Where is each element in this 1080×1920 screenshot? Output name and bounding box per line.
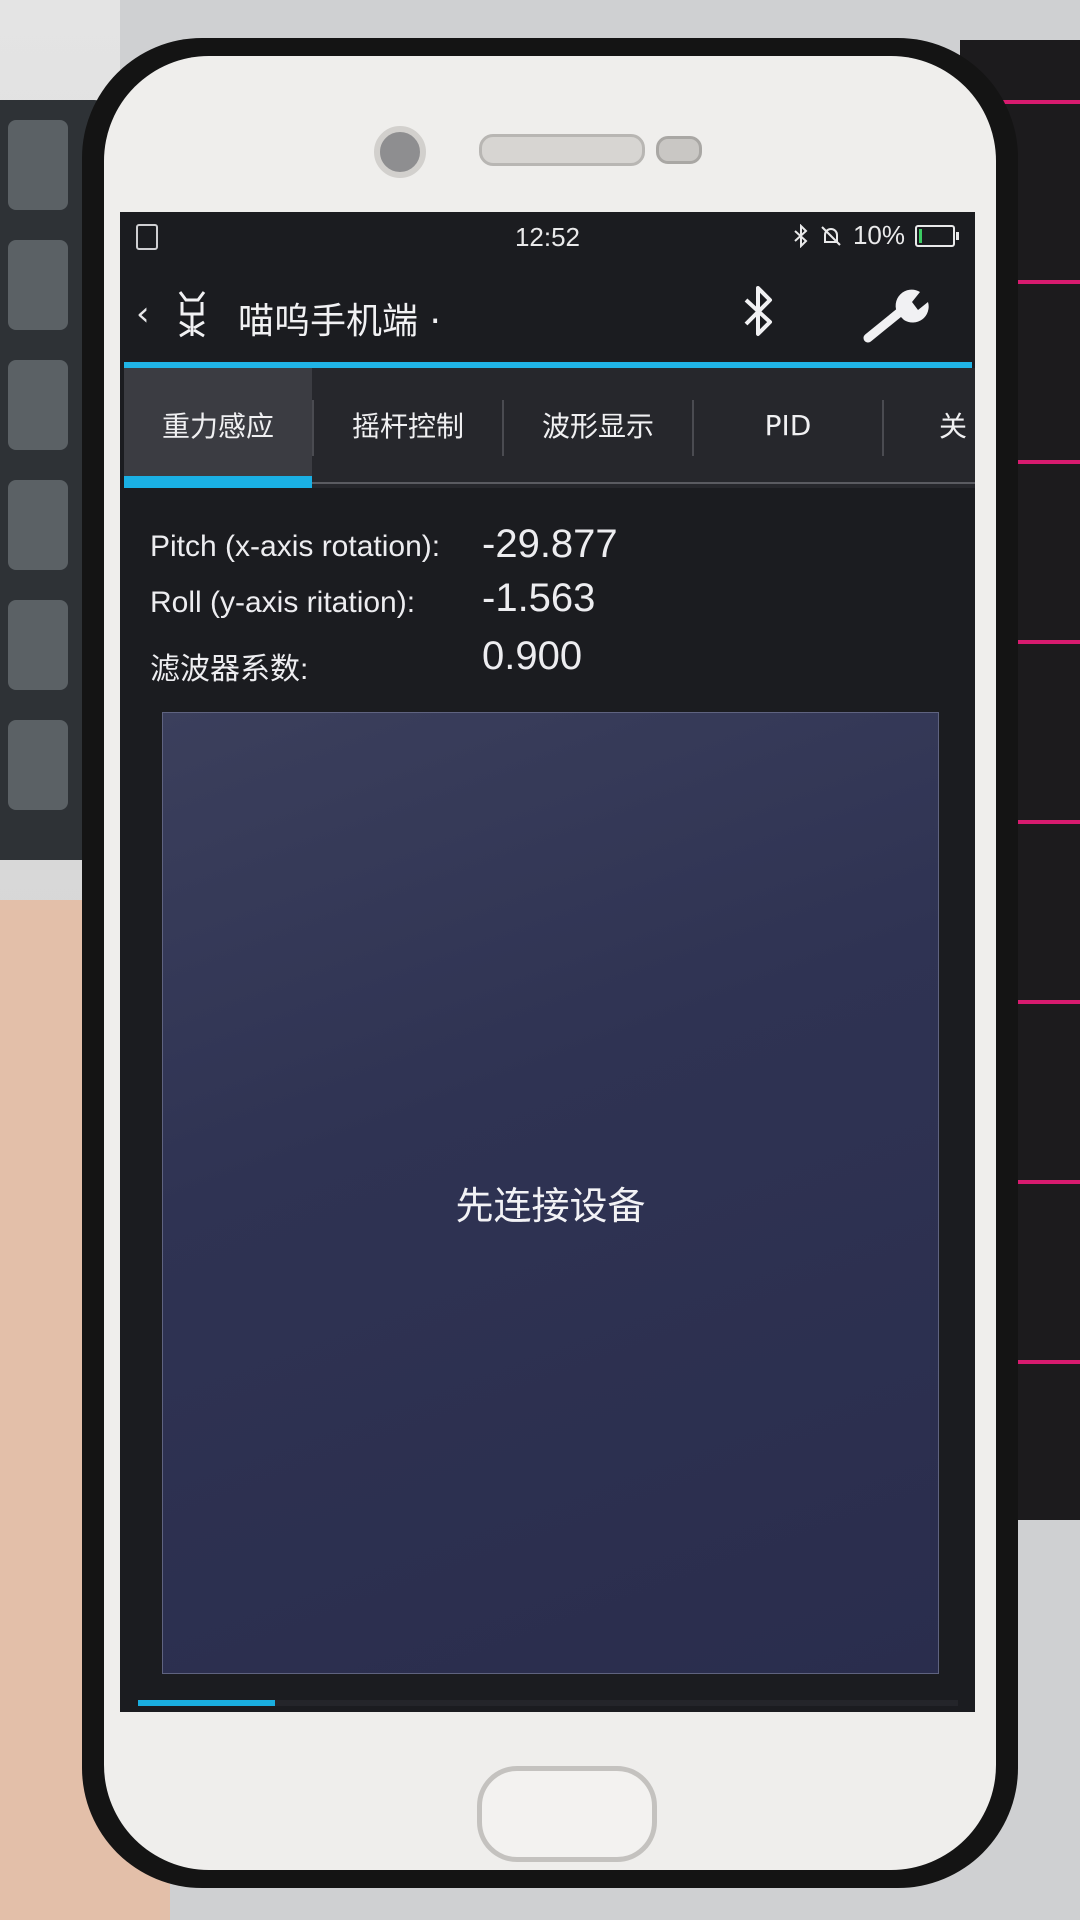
tab-joystick[interactable]: 摇杆控制 [314,368,502,482]
battery-percent: 10% [852,220,905,250]
tab-indicator [124,476,312,488]
roll-label: Roll (y-axis ritation): [150,586,416,619]
app-logo-icon [178,291,206,338]
front-camera [374,126,426,178]
wrench-icon[interactable] [860,284,932,344]
filter-label: 滤波器系数: [150,653,309,686]
status-bar: 12:52 10% [120,212,975,262]
roll-value: -1.563 [482,576,596,620]
tab-bar: 重力感应 摇杆控制 波形显示 PID 关 [124,368,975,488]
app-bar: ‹ 喵呜手机端 · [120,262,975,362]
gravity-control-panel[interactable]: 先连接设备 [162,712,939,1674]
app-title-text: 喵呜手机端 [238,301,419,342]
pitch-label: Pitch (x-axis rotation): [150,530,441,563]
page-progress-fill [138,1700,275,1706]
tab-gravity[interactable]: 重力感应 [124,368,312,482]
silent-bell-icon [821,225,841,246]
bluetooth-icon[interactable] [740,284,776,340]
bluetooth-icon [794,223,808,248]
tab-pid[interactable]: PID [694,368,882,482]
connect-device-message: 先连接设备 [455,1184,646,1228]
battery-charging-icon [915,224,959,247]
back-icon[interactable]: ‹ [136,294,150,334]
tab-waveform[interactable]: 波形显示 [504,368,692,482]
home-button[interactable] [477,1766,657,1862]
phone-screen: 12:52 10% ‹ 喵呜手机端 · 重力感应 摇杆控制 波形显示 PID 关… [120,212,975,1712]
earpiece [479,134,645,166]
tab-about[interactable]: 关 [884,368,975,482]
tab-bar-underline [312,482,975,484]
app-title-dot: · [429,301,441,342]
proximity-sensor [656,136,702,164]
status-right-group: 10% [793,220,959,251]
pitch-value: -29.877 [482,522,618,566]
app-title: 喵呜手机端 · [238,292,441,344]
filter-value: 0.900 [482,634,583,678]
